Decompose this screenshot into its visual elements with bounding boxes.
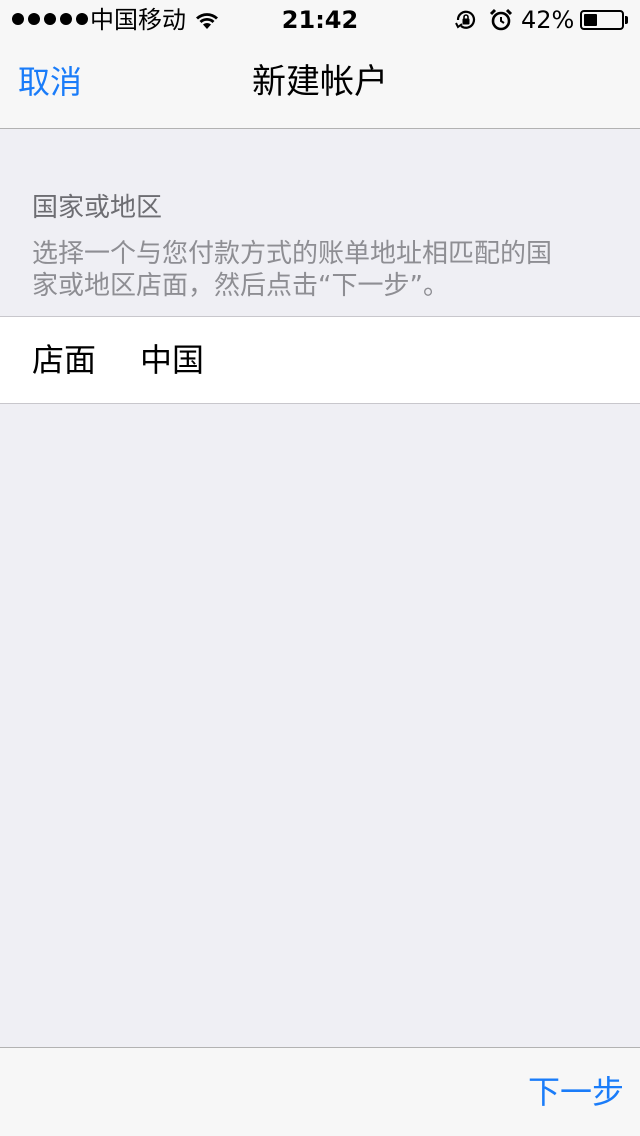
store-value: 中国 (140, 341, 205, 379)
section-header: 国家或地区 选择一个与您付款方式的账单地址相匹配的国 家或地区店面，然后点击“下… (32, 190, 612, 302)
status-bar: 中国移动 21:42 42% (0, 0, 640, 40)
page-title: 新建帐户 (252, 62, 388, 102)
header-area: 中国移动 21:42 42% 取消 新建帐户 (0, 0, 640, 129)
alarm-icon (489, 8, 513, 31)
section-description: 选择一个与您付款方式的账单地址相匹配的国 家或地区店面，然后点击“下一步”。 (32, 239, 553, 301)
battery-percentage: 42% (521, 6, 575, 34)
screen: 中国移动 21:42 42% 取消 新建帐户 国家或地区 选择一个与您付款方式的… (0, 0, 640, 1136)
navigation-bar: 取消 新建帐户 (0, 40, 640, 128)
battery-icon (580, 10, 628, 30)
orientation-lock-icon (455, 10, 476, 29)
bottom-toolbar: 下一步 (0, 1047, 640, 1136)
next-button[interactable]: 下一步 (528, 1072, 624, 1112)
store-label: 店面 (32, 341, 97, 379)
battery-level-fill (584, 14, 597, 26)
section-title: 国家或地区 (32, 193, 163, 223)
store-country-row[interactable]: 店面 中国 (0, 316, 640, 404)
